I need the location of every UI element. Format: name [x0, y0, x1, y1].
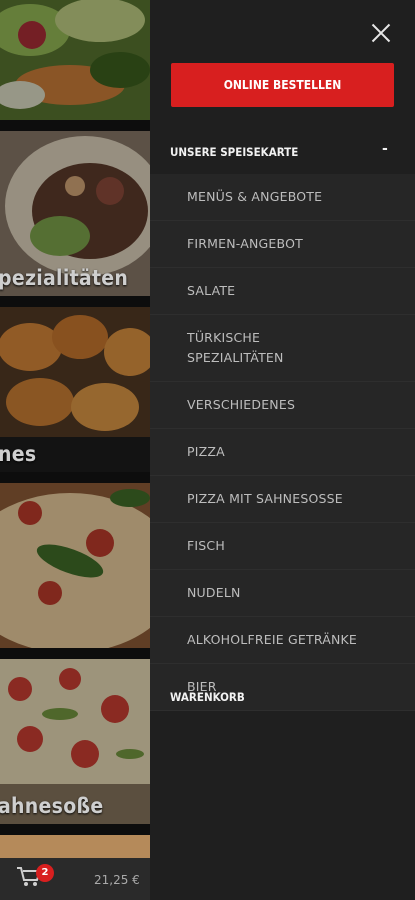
- background-app: pezialitäten nes ahnesoße 2 21,25 €: [0, 0, 150, 900]
- menu-category-list: MENÜS & ANGEBOTE FIRMEN-ANGEBOT SALATE T…: [150, 174, 415, 711]
- cart-section-header[interactable]: WARENKORB: [150, 676, 415, 720]
- menu-item-label: ALKOHOLFREIE GETRÄNKE: [187, 632, 357, 647]
- menu-item-tuerkische-spezialitaeten[interactable]: TÜRKISCHE SPEZIALITÄTEN: [150, 315, 415, 382]
- menu-item-label: SALATE: [187, 283, 236, 298]
- category-card-pizza[interactable]: [0, 483, 150, 648]
- online-order-button[interactable]: ONLINE BESTELLEN: [171, 63, 394, 107]
- menu-item-label: VERSCHIEDENES: [187, 397, 296, 412]
- menu-item-label: PIZZA: [187, 444, 225, 459]
- menu-item-salate[interactable]: SALATE: [150, 268, 415, 315]
- menu-item-label: PIZZA MIT SAHNESOSSE: [187, 491, 343, 506]
- card-caption: nes: [0, 442, 37, 466]
- menu-item-label: FISCH: [187, 538, 225, 553]
- menu-section-header[interactable]: UNSERE SPEISEKARTE -: [150, 131, 415, 175]
- menu-item-verschiedenes[interactable]: VERSCHIEDENES: [150, 382, 415, 429]
- menu-item-label: FIRMEN-ANGEBOT: [187, 236, 303, 251]
- category-card-pizza-cream[interactable]: ahnesoße: [0, 659, 150, 824]
- menu-item-fisch[interactable]: FISCH: [150, 523, 415, 570]
- menu-item-pizza-mit-sahnesosse[interactable]: PIZZA MIT SAHNESOSSE: [150, 476, 415, 523]
- menu-section-label: UNSERE SPEISEKARTE: [170, 145, 299, 159]
- salad-image: [0, 0, 150, 120]
- close-icon[interactable]: [370, 22, 392, 44]
- cart-total: 21,25 €: [94, 873, 140, 887]
- card-caption: ahnesoße: [0, 794, 104, 818]
- category-card-turkish[interactable]: pezialitäten: [0, 131, 150, 296]
- cart-count-badge: 2: [36, 864, 54, 882]
- menu-item-pizza[interactable]: PIZZA: [150, 429, 415, 476]
- menu-item-label: TÜRKISCHE SPEZIALITÄTEN: [187, 330, 284, 365]
- category-card-partial[interactable]: [0, 835, 150, 858]
- card-caption: pezialitäten: [0, 266, 129, 290]
- menu-item-menus-angebote[interactable]: MENÜS & ANGEBOTE: [150, 174, 415, 221]
- menu-item-firmen-angebot[interactable]: FIRMEN-ANGEBOT: [150, 221, 415, 268]
- cart-section-label: WARENKORB: [170, 690, 245, 704]
- menu-item-label: MENÜS & ANGEBOTE: [187, 189, 323, 204]
- navigation-drawer: ONLINE BESTELLEN UNSERE SPEISEKARTE - ME…: [150, 0, 415, 900]
- pizza-image: [0, 483, 150, 648]
- category-card-misc[interactable]: nes: [0, 307, 150, 472]
- collapse-icon[interactable]: -: [382, 141, 388, 157]
- menu-item-nudeln[interactable]: NUDELN: [150, 570, 415, 617]
- category-card-salad[interactable]: [0, 0, 150, 120]
- menu-item-alkoholfreie-getraenke[interactable]: ALKOHOLFREIE GETRÄNKE: [150, 617, 415, 664]
- menu-item-label: NUDELN: [187, 585, 241, 600]
